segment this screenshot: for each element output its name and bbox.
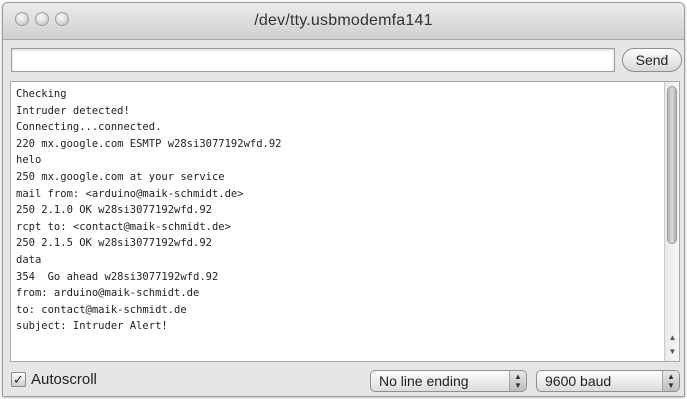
output-line: helo	[16, 154, 42, 167]
line-ending-stepper-icon: ▲ ▼	[509, 371, 526, 391]
autoscroll-label: Autoscroll	[31, 371, 97, 388]
autoscroll-toggle[interactable]: ✓ Autoscroll	[11, 371, 97, 388]
output-line: Connecting...connected.	[16, 121, 162, 134]
output-line: Intruder detected!	[16, 104, 130, 117]
baud-rate-stepper-icon: ▲ ▼	[662, 371, 679, 391]
send-button[interactable]: Send	[622, 48, 682, 72]
output-line: data	[16, 253, 42, 266]
autoscroll-checkbox[interactable]: ✓	[11, 372, 26, 387]
baud-rate-value: 9600 baud	[545, 373, 612, 389]
line-ending-select[interactable]: No line ending ▲ ▼	[370, 370, 527, 392]
output-line: 220 mx.google.com ESMTP w28si3077192wfd.…	[16, 137, 282, 150]
input-row: Send	[3, 45, 684, 77]
output-line: 250 2.1.0 OK w28si3077192wfd.92	[16, 204, 212, 217]
output-line: mail from: <arduino@maik-schmidt.de>	[16, 187, 244, 200]
output-line: 250 mx.google.com at your service	[16, 170, 225, 183]
serial-output: Checking Intruder detected! Connecting...c…	[10, 81, 680, 362]
bottom-bar: ✓ Autoscroll No line ending ▲ ▼ 9600 baud…	[3, 367, 684, 396]
window-title: /dev/tty.usbmodemfa141	[254, 12, 433, 29]
output-line: 250 2.1.5 OK w28si3077192wfd.92	[16, 237, 212, 250]
output-line: Checking	[16, 88, 67, 100]
output-line: subject: Intruder Alert!	[16, 320, 168, 333]
output-line: 354 Go ahead w28si3077192wfd.92	[16, 270, 219, 283]
output-lines: Checking Intruder detected! Connecting...c…	[16, 86, 659, 335]
title-bar: /dev/tty.usbmodemfa141	[3, 3, 684, 40]
scroll-down-arrow-icon[interactable]: ▼	[665, 345, 680, 359]
line-ending-value: No line ending	[379, 373, 469, 389]
output-line: from: arduino@maik-schmidt.de	[16, 287, 200, 300]
scrollbar-thumb[interactable]	[667, 86, 677, 244]
serial-monitor-window: /dev/tty.usbmodemfa141 Send Checking Intr…	[2, 2, 685, 397]
serial-input[interactable]	[11, 48, 615, 72]
output-line: rcpt to: <contact@maik-schmidt.de>	[16, 220, 231, 233]
output-line: to: contact@maik-schmidt.de	[16, 303, 187, 316]
scroll-up-arrow-icon[interactable]: ▲	[665, 331, 680, 345]
vertical-scrollbar[interactable]: ▲ ▼	[664, 82, 679, 361]
baud-rate-select[interactable]: 9600 baud ▲ ▼	[536, 370, 680, 392]
